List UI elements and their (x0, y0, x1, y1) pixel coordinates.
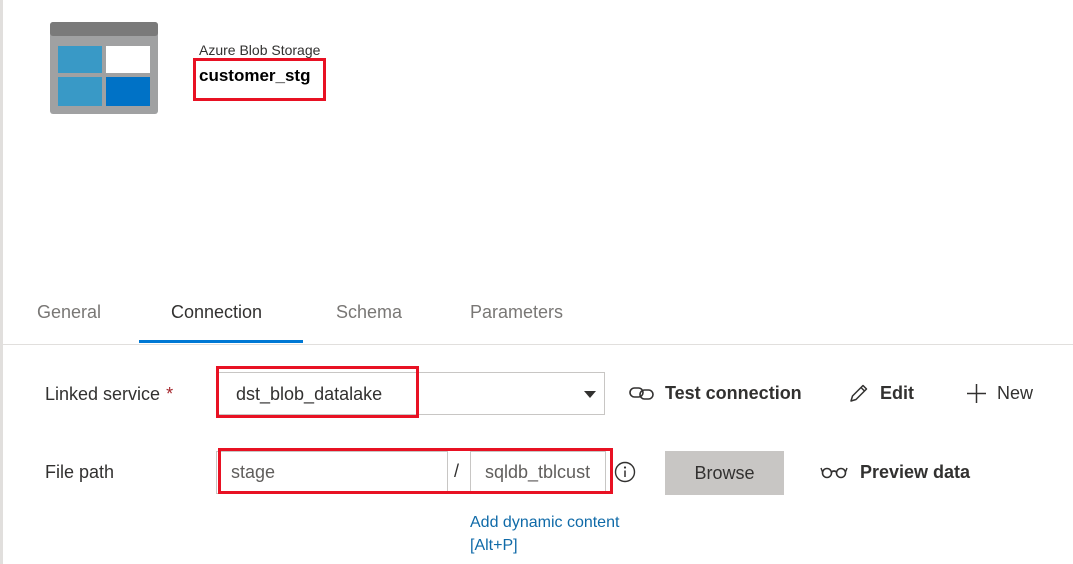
left-border (0, 0, 3, 564)
edit-button[interactable]: Edit (848, 382, 914, 404)
file-path-container-input[interactable] (216, 451, 448, 494)
test-connection-button[interactable]: Test connection (629, 382, 802, 404)
tab-general[interactable]: General (37, 302, 101, 323)
new-button[interactable]: New (966, 382, 1033, 404)
linked-service-label: Linked service * (45, 384, 174, 404)
path-separator: / (454, 461, 460, 481)
pencil-icon (850, 385, 868, 402)
tab-schema[interactable]: Schema (336, 302, 402, 323)
tab-parameters[interactable]: Parameters (470, 302, 563, 323)
tab-connection[interactable]: Connection (171, 302, 262, 323)
preview-data-button[interactable]: Preview data (820, 461, 970, 483)
link-icon (629, 387, 654, 401)
chevron-down-icon (584, 391, 596, 398)
file-path-directory-input[interactable] (470, 451, 606, 494)
azure-blob-storage-icon (50, 22, 158, 114)
file-path-label: File path (45, 462, 115, 482)
linked-service-dropdown[interactable]: dst_blob_datalake (216, 372, 605, 415)
glasses-icon (820, 467, 848, 479)
dataset-name: customer_stg (199, 66, 311, 85)
tab-divider (3, 344, 1073, 345)
info-icon[interactable] (614, 461, 636, 483)
browse-button[interactable]: Browse (665, 451, 784, 495)
active-tab-indicator (139, 340, 303, 343)
add-dynamic-content-link[interactable]: Add dynamic content [Alt+P] (470, 511, 619, 557)
plus-icon (967, 383, 986, 403)
required-asterisk: * (166, 384, 174, 404)
dataset-type-label: Azure Blob Storage (199, 42, 321, 58)
linked-service-value: dst_blob_datalake (236, 384, 383, 404)
